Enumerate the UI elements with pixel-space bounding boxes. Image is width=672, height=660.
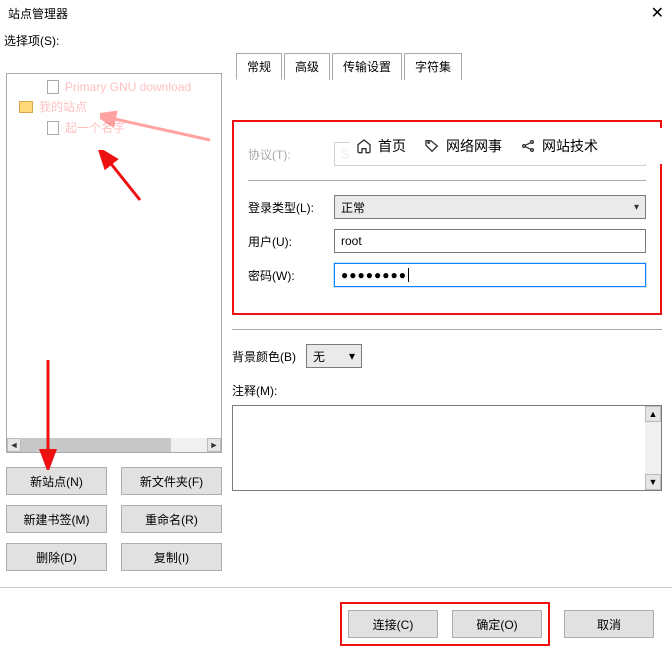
home-icon [356,138,372,154]
bg-color-label: 背景颜色(B) [232,348,296,365]
site-tree[interactable]: Primary GNU download 我的站点 起一个名字 ◄ ► [6,73,222,453]
connect-button[interactable]: 连接(C) [348,610,438,638]
login-type-value: 正常 [341,199,365,216]
ok-button[interactable]: 确定(O) [452,610,542,638]
scroll-left-icon[interactable]: ◄ [7,438,21,452]
password-label: 密码(W): [248,267,334,284]
tree-label: 起一个名字 [65,119,125,136]
user-value: root [341,234,362,248]
tab-general[interactable]: 常规 [236,53,282,80]
file-icon [47,80,59,94]
new-bookmark-button[interactable]: 新建书签(M) [6,505,107,533]
tree-item-mysite[interactable]: 我的站点 [7,96,221,117]
left-pane: Primary GNU download 我的站点 起一个名字 ◄ ► [0,53,228,571]
tab-charset[interactable]: 字符集 [404,53,462,80]
password-row: 密码(W): ●●●●●●●● [248,263,646,287]
divider [248,180,646,181]
tag-icon [424,138,440,154]
notes-textarea[interactable]: ▲ ▼ [232,405,662,491]
share-icon [520,138,536,154]
breadcrumb-home-label: 首页 [378,136,406,156]
close-icon[interactable]: ✕ [651,3,664,23]
breadcrumb-home[interactable]: 首页 [356,136,406,156]
cancel-button[interactable]: 取消 [564,610,654,638]
left-buttons: 新站点(N) 新文件夹(F) 新建书签(M) 重命名(R) 删除(D) 复制(I… [6,467,222,571]
folder-icon [19,101,33,113]
breadcrumb-net[interactable]: 网络网事 [424,136,502,156]
scroll-track[interactable] [645,422,661,474]
login-type-row: 登录类型(L): 正常 ▾ [248,195,646,219]
breadcrumb-net-label: 网络网事 [446,136,502,156]
notes-scrollbar[interactable]: ▲ ▼ [645,406,661,490]
tree-item-name[interactable]: 起一个名字 [7,117,221,138]
scroll-up-icon[interactable]: ▲ [645,406,661,422]
divider [232,329,662,330]
breadcrumb-overlay: 首页 网络网事 网站技术 [350,128,672,164]
tab-transfer[interactable]: 传输设置 [332,53,402,80]
tree-label: 我的站点 [39,98,87,115]
user-field[interactable]: root [334,229,646,253]
password-field[interactable]: ●●●●●●●● [334,263,646,287]
chevron-down-icon: ▾ [634,202,639,213]
tree-hscroll[interactable]: ◄ ► [7,438,221,452]
scroll-right-icon[interactable]: ► [207,438,221,452]
scroll-thumb[interactable] [21,438,171,452]
notes-label: 注释(M): [232,382,662,399]
window-title: 站点管理器 [8,5,68,22]
bg-color-row: 背景颜色(B) 无 ▾ [232,344,662,368]
copy-button[interactable]: 复制(I) [121,543,222,571]
login-type-select[interactable]: 正常 ▾ [334,195,646,219]
chevron-down-icon: ▾ [349,349,355,363]
primary-buttons-highlight: 连接(C) 确定(O) [340,602,550,646]
breadcrumb-tech-label: 网站技术 [542,136,598,156]
new-site-button[interactable]: 新站点(N) [6,467,107,495]
tree-label: Primary GNU download [65,80,191,94]
select-label: 选择项(S): [0,26,672,53]
tabs: 常规 高级 传输设置 字符集 [236,53,662,80]
protocol-label: 协议(T): [248,146,334,163]
scroll-track[interactable] [21,438,207,452]
delete-button[interactable]: 删除(D) [6,543,107,571]
bottom-bar: 连接(C) 确定(O) 取消 [0,588,672,660]
user-label: 用户(U): [248,233,334,250]
login-type-label: 登录类型(L): [248,199,334,216]
title-bar: 站点管理器 ✕ [0,0,672,26]
password-value: ●●●●●●●● [341,268,409,282]
scroll-down-icon[interactable]: ▼ [645,474,661,490]
file-icon [47,121,59,135]
rename-button[interactable]: 重命名(R) [121,505,222,533]
bg-color-select[interactable]: 无 ▾ [306,344,362,368]
bg-color-value: 无 [313,348,325,365]
breadcrumb-tech[interactable]: 网站技术 [520,136,598,156]
tab-advanced[interactable]: 高级 [284,53,330,80]
user-row: 用户(U): root [248,229,646,253]
new-folder-button[interactable]: 新文件夹(F) [121,467,222,495]
tree-item-primary[interactable]: Primary GNU download [7,78,221,96]
